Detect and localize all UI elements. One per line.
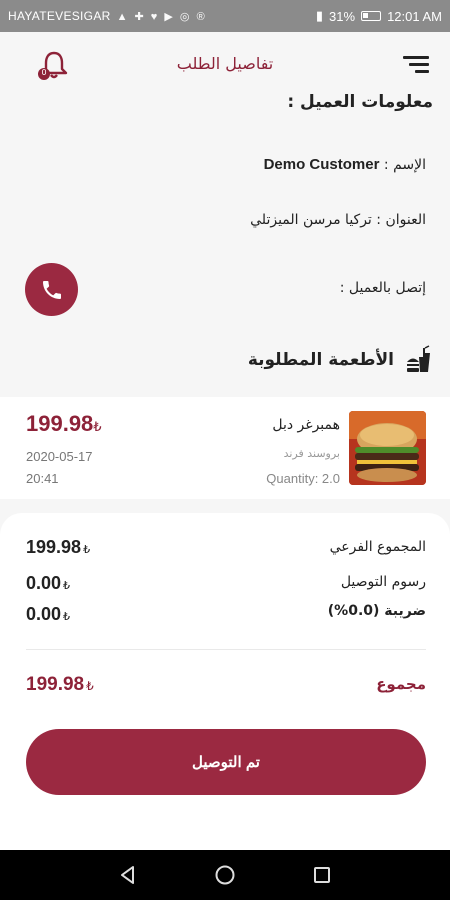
tax-amount: 0.00: [26, 604, 62, 624]
customer-name-value: Demo Customer: [263, 156, 380, 173]
recents-nav-icon[interactable]: [311, 864, 333, 886]
order-summary-panel: المجموع الفرعي 199.98 ₺ رسوم التوصيل 0.00…: [0, 513, 450, 850]
subtotal-label: المجموع الفرعي: [329, 539, 426, 555]
delivery-fee-value: 0.00 ₺: [26, 573, 70, 594]
phone-icon: [42, 280, 61, 299]
delivery-fee-currency: ₺: [63, 580, 71, 592]
item-date: 2020-05-17: [26, 449, 93, 464]
subtotal-currency: ₺: [83, 544, 91, 556]
total-currency: ₺: [86, 679, 94, 693]
clock: 12:01 AM: [387, 8, 442, 24]
order-item-card[interactable]: همبرغر دبل بروسند فرند Quantity: 2.0 199…: [0, 397, 450, 499]
subtotal-amount: 199.98: [26, 537, 82, 557]
battery-percent: 31%: [329, 8, 356, 24]
item-restaurant: بروسند فرند: [283, 447, 340, 460]
home-nav-icon[interactable]: [214, 864, 236, 886]
fast-food-icon: [407, 345, 430, 372]
tax-label: ضريبة (0.0%): [327, 603, 426, 619]
customer-address-row: العنوان : تركيا مرسن الميزتلي: [250, 212, 426, 228]
status-bar: HAYATEVESIGAR ▲ ✚ ♥ ▶ ◎ ® ▮ 31% 12:01 AM: [0, 0, 450, 32]
back-nav-icon[interactable]: [117, 864, 139, 886]
item-name: همبرغر دبل: [272, 417, 340, 433]
call-customer-button[interactable]: [25, 263, 78, 316]
call-customer-label: إتصل بالعميل :: [339, 280, 426, 296]
page-title: تفاصيل الطلب: [176, 54, 274, 73]
tax-currency: ₺: [63, 611, 71, 623]
delivery-fee-amount: 0.00: [26, 573, 62, 593]
notification-badge-count: 0: [41, 68, 47, 77]
notification-bell-icon[interactable]: [36, 50, 72, 82]
battery-icon: [361, 11, 382, 21]
customer-address-value: تركيا مرسن الميزتلي: [250, 212, 372, 228]
item-quantity: Quantity: 2.0: [266, 471, 340, 486]
customer-name-label: الإسم :: [383, 157, 426, 173]
item-price-value: 199.98: [26, 411, 94, 436]
total-value: 199.98 ₺: [26, 674, 94, 696]
burger-image: [349, 411, 426, 485]
item-price-currency: ₺: [93, 419, 102, 434]
mark-delivered-button[interactable]: تم التوصيل: [26, 729, 426, 795]
total-label: مجموع: [376, 675, 426, 693]
customer-address-label: العنوان :: [376, 212, 426, 228]
ordered-food-title: الأطعمة المطلوبة: [247, 350, 394, 370]
menu-icon[interactable]: [403, 56, 429, 74]
customer-name-row: الإسم : Demo Customer: [264, 156, 426, 173]
subtotal-value: 199.98 ₺: [26, 537, 90, 558]
item-price: 199.98₺: [26, 411, 102, 437]
total-amount: 199.98: [26, 674, 85, 695]
ordered-food-header: الأطعمة المطلوبة: [248, 345, 434, 375]
android-nav-bar: [0, 850, 450, 900]
summary-divider: [26, 649, 426, 650]
signal-icon: ▮: [315, 8, 324, 23]
customer-section-title: معلومات العميل :: [287, 92, 433, 112]
carrier-name: HAYATEVESIGAR: [8, 9, 111, 23]
notification-icons: ▲ ✚ ♥ ▶ ◎ ®: [116, 10, 207, 23]
tax-value: 0.00 ₺: [26, 604, 70, 625]
item-time: 20:41: [26, 471, 59, 486]
delivery-fee-label: رسوم التوصيل: [340, 574, 426, 590]
